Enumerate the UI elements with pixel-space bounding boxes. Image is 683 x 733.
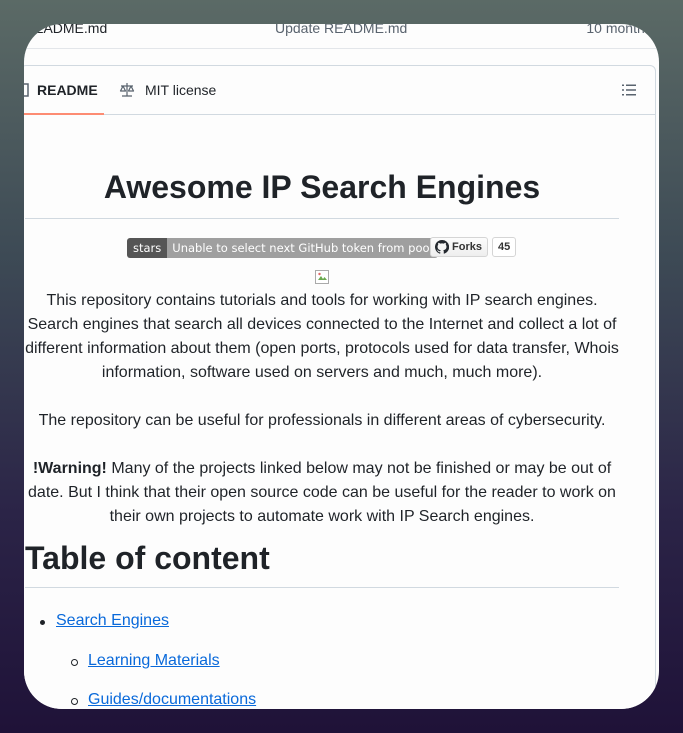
warning-text: Many of the projects linked below may no…: [28, 460, 616, 525]
badge-row: stars Unable to select next GitHub token…: [25, 237, 619, 259]
toc-link-search-engines[interactable]: Search Engines: [56, 612, 169, 629]
file-commit-row: README.md Update README.md 10 months ago: [24, 24, 659, 49]
toc-heading: Table of content: [25, 540, 619, 588]
forks-badge[interactable]: Forks 45: [430, 237, 517, 257]
commit-message-link[interactable]: Update README.md: [275, 24, 407, 36]
forks-count: 45: [491, 237, 517, 257]
list-item: Learning Materials: [71, 652, 220, 670]
toc-link-learning-materials[interactable]: Learning Materials: [88, 652, 220, 669]
readme-tabs: README MIT license: [24, 66, 655, 115]
tab-license[interactable]: MIT license: [119, 66, 216, 114]
forks-badge-label: Forks: [452, 241, 482, 253]
tab-readme[interactable]: README: [24, 66, 104, 115]
file-link[interactable]: README.md: [24, 24, 107, 36]
warning-paragraph: !Warning! Many of the projects linked be…: [25, 457, 619, 529]
outline-list-icon[interactable]: [621, 82, 637, 98]
book-icon: [24, 82, 29, 97]
broken-image-icon: [315, 270, 329, 284]
warning-label: !Warning!: [32, 460, 107, 477]
commit-time: 10 months ago: [586, 24, 659, 36]
intro-paragraph: This repository contains tutorials and t…: [25, 292, 619, 381]
tab-readme-label: README: [37, 81, 98, 98]
list-item: Search Engines: [40, 612, 169, 630]
stars-badge-label: stars: [127, 238, 168, 258]
scale-icon: [119, 83, 135, 97]
toc-link-guides[interactable]: Guides/documentations: [88, 691, 256, 708]
useful-paragraph: The repository can be useful for profess…: [38, 412, 606, 429]
stars-badge-value: Unable to select next GitHub token from …: [167, 238, 438, 258]
readme-panel: README MIT license Awesome IP Search Eng…: [24, 65, 656, 709]
browser-window: README.md Update README.md 10 months ago…: [24, 24, 659, 709]
tab-license-label: MIT license: [145, 82, 217, 98]
list-item: Guides/documentations: [70, 691, 256, 709]
stars-badge[interactable]: stars Unable to select next GitHub token…: [127, 238, 438, 258]
readme-title: Awesome IP Search Engines: [25, 169, 619, 219]
github-icon: [435, 240, 449, 254]
